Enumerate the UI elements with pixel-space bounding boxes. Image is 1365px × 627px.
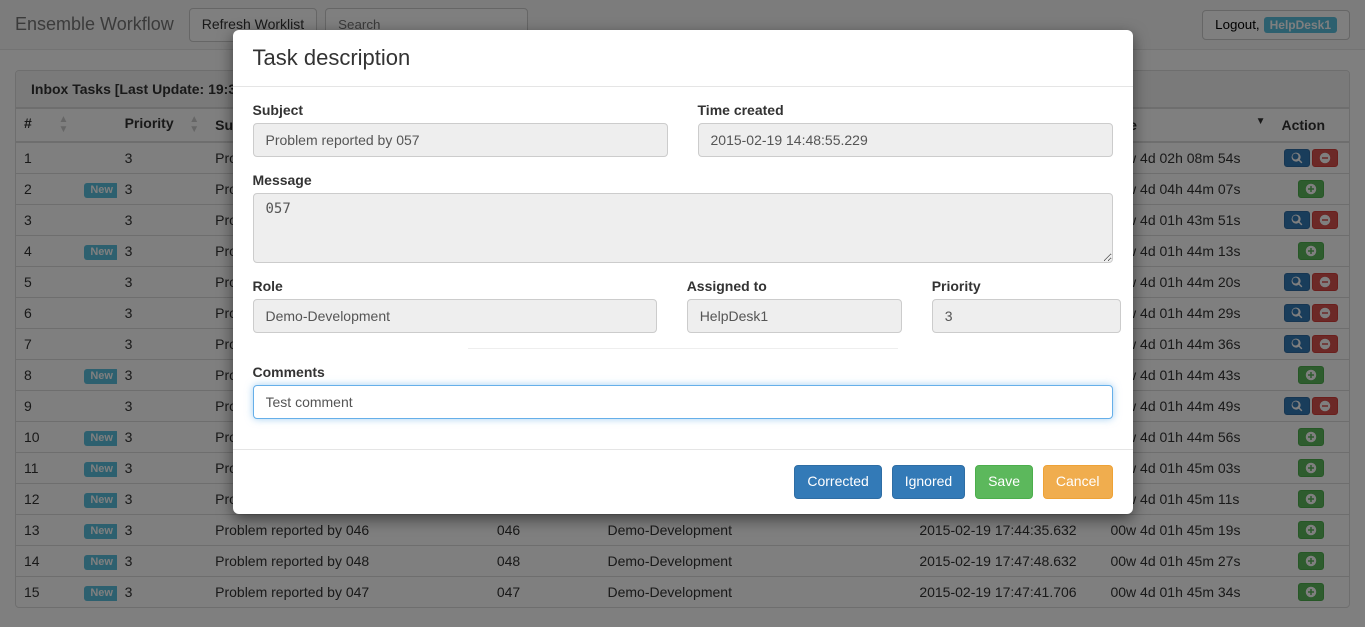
time-created-field <box>698 123 1113 157</box>
message-label: Message <box>253 172 1113 188</box>
assigned-field <box>687 299 902 333</box>
priority-label: Priority <box>932 278 1121 294</box>
save-button[interactable]: Save <box>975 465 1033 499</box>
corrected-button[interactable]: Corrected <box>794 465 881 499</box>
task-modal: Task description Subject Time created Me… <box>233 30 1133 514</box>
modal-title: Task description <box>253 45 1113 71</box>
cancel-button[interactable]: Cancel <box>1043 465 1113 499</box>
divider <box>468 348 898 349</box>
subject-label: Subject <box>253 102 668 118</box>
role-label: Role <box>253 278 657 294</box>
message-field: 057 <box>253 193 1113 263</box>
comments-label: Comments <box>253 364 1113 380</box>
comments-field[interactable] <box>253 385 1113 419</box>
subject-field <box>253 123 668 157</box>
priority-field <box>932 299 1121 333</box>
modal-header: Task description <box>233 30 1133 87</box>
assigned-label: Assigned to <box>687 278 902 294</box>
time-created-label: Time created <box>698 102 1113 118</box>
ignored-button[interactable]: Ignored <box>892 465 965 499</box>
role-field <box>253 299 657 333</box>
